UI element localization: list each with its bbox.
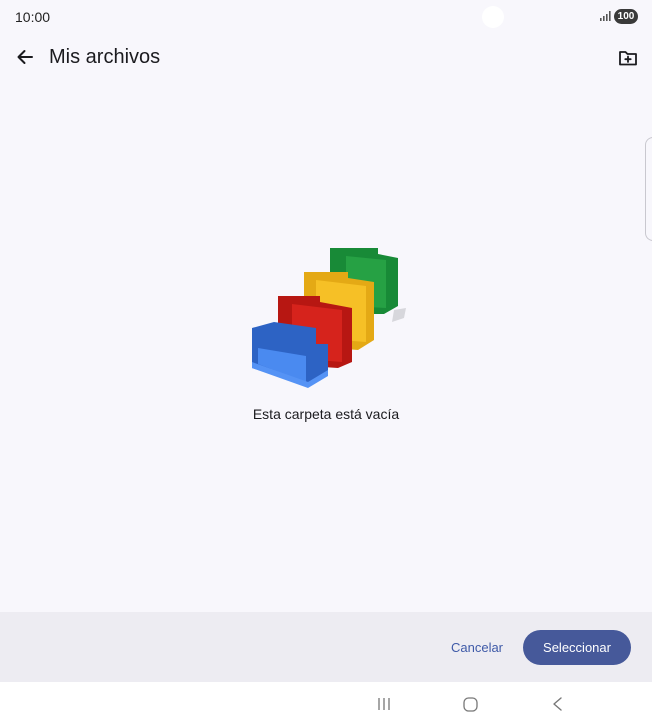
recents-icon[interactable] bbox=[377, 697, 391, 711]
new-folder-button[interactable] bbox=[612, 42, 644, 74]
bottom-action-bar: Cancelar Seleccionar bbox=[0, 612, 652, 682]
app-bar: Mis archivos bbox=[0, 34, 652, 82]
create-new-folder-icon bbox=[619, 51, 637, 66]
edge-panel-handle[interactable] bbox=[645, 137, 652, 241]
system-nav-bar bbox=[0, 682, 652, 724]
empty-folder-message: Esta carpeta está vacía bbox=[252, 406, 400, 422]
signal-icon bbox=[600, 11, 611, 21]
cancel-button[interactable]: Cancelar bbox=[442, 632, 512, 664]
home-icon[interactable] bbox=[463, 697, 478, 712]
status-bar: 10:00 100 bbox=[0, 0, 652, 34]
stacked-folders-illustration bbox=[252, 248, 406, 388]
back-button[interactable] bbox=[8, 40, 42, 74]
status-time: 10:00 bbox=[15, 9, 51, 25]
select-button[interactable]: Seleccionar bbox=[523, 630, 631, 665]
arrow-back-icon bbox=[17, 50, 33, 64]
back-icon[interactable] bbox=[551, 696, 563, 712]
page-title: Mis archivos bbox=[49, 46, 161, 68]
battery-icon: 100 bbox=[614, 9, 638, 24]
camera-cutout bbox=[482, 6, 504, 28]
